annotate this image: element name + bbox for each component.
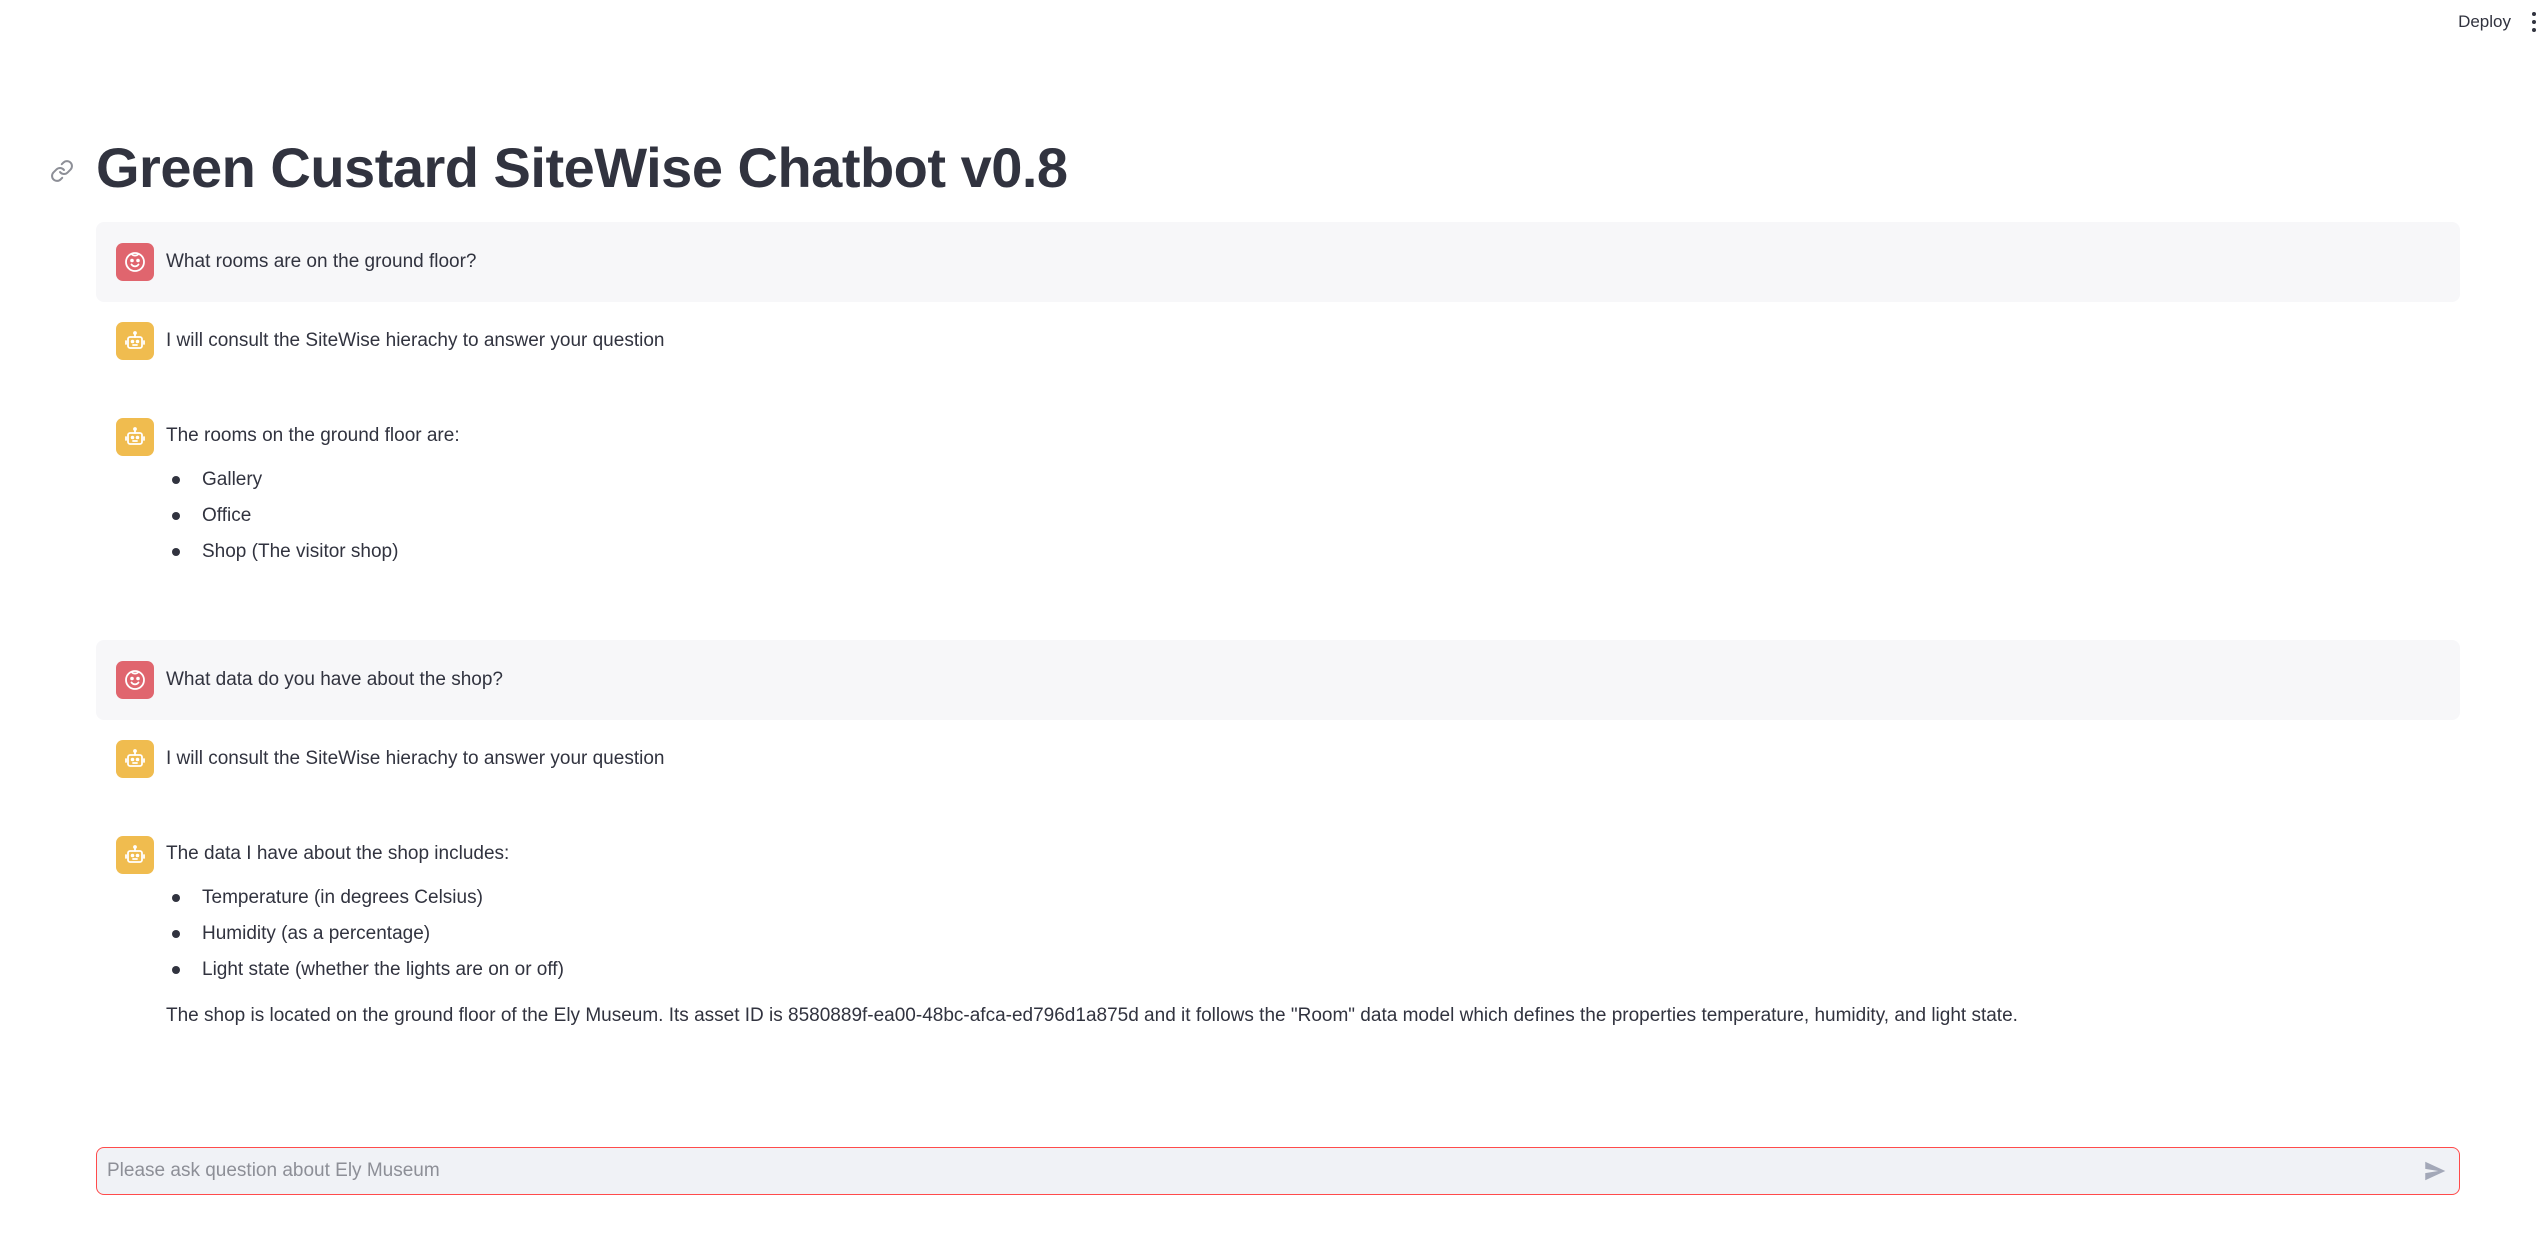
bullet-list: Temperature (in degrees Celsius) Humidit…: [166, 880, 564, 988]
chat-message-user: What rooms are on the ground floor?: [96, 222, 2460, 302]
user-face-icon: [116, 243, 154, 281]
link-icon[interactable]: [50, 159, 74, 183]
list-item: Office: [166, 498, 398, 534]
robot-icon: [116, 322, 154, 360]
robot-icon: [116, 836, 154, 874]
message-text: The rooms on the ground floor are:: [166, 425, 460, 446]
message-text: I will consult the SiteWise hierachy to …: [166, 330, 665, 351]
list-item: Temperature (in degrees Celsius): [166, 880, 564, 916]
kebab-menu-icon[interactable]: [2527, 10, 2541, 34]
top-bar: Deploy: [0, 0, 2547, 48]
chat-message-assistant: I will consult the SiteWise hierachy to …: [96, 740, 2492, 800]
message-text: What rooms are on the ground floor?: [166, 251, 477, 272]
list-item: Light state (whether the lights are on o…: [166, 952, 564, 988]
robot-icon: [116, 418, 154, 456]
list-item: Gallery: [166, 462, 398, 498]
message-footer-text: The shop is located on the ground floor …: [166, 1005, 2018, 1026]
chat-input[interactable]: [107, 1148, 2367, 1193]
message-text: The data I have about the shop includes:: [166, 843, 510, 864]
bullet-list: Gallery Office Shop (The visitor shop): [166, 462, 398, 570]
list-item: Humidity (as a percentage): [166, 916, 564, 952]
app-page: Deploy Green Custard SiteWise Chatbot v0…: [0, 0, 2547, 1255]
user-face-icon: [116, 661, 154, 699]
chat-message-assistant: I will consult the SiteWise hierachy to …: [96, 322, 2492, 382]
message-text: I will consult the SiteWise hierachy to …: [166, 748, 665, 769]
chat-message-user: What data do you have about the shop?: [96, 640, 2460, 720]
page-title: Green Custard SiteWise Chatbot v0.8: [96, 136, 1068, 199]
deploy-button[interactable]: Deploy: [2450, 10, 2519, 34]
list-item: Shop (The visitor shop): [166, 534, 398, 570]
robot-icon: [116, 740, 154, 778]
chat-message-assistant: The rooms on the ground floor are: Galle…: [96, 418, 2492, 588]
chat-message-assistant: The data I have about the shop includes:…: [96, 836, 2492, 1056]
message-text: What data do you have about the shop?: [166, 669, 503, 690]
chat-input-box: [96, 1147, 2460, 1195]
send-icon[interactable]: [2421, 1158, 2449, 1184]
